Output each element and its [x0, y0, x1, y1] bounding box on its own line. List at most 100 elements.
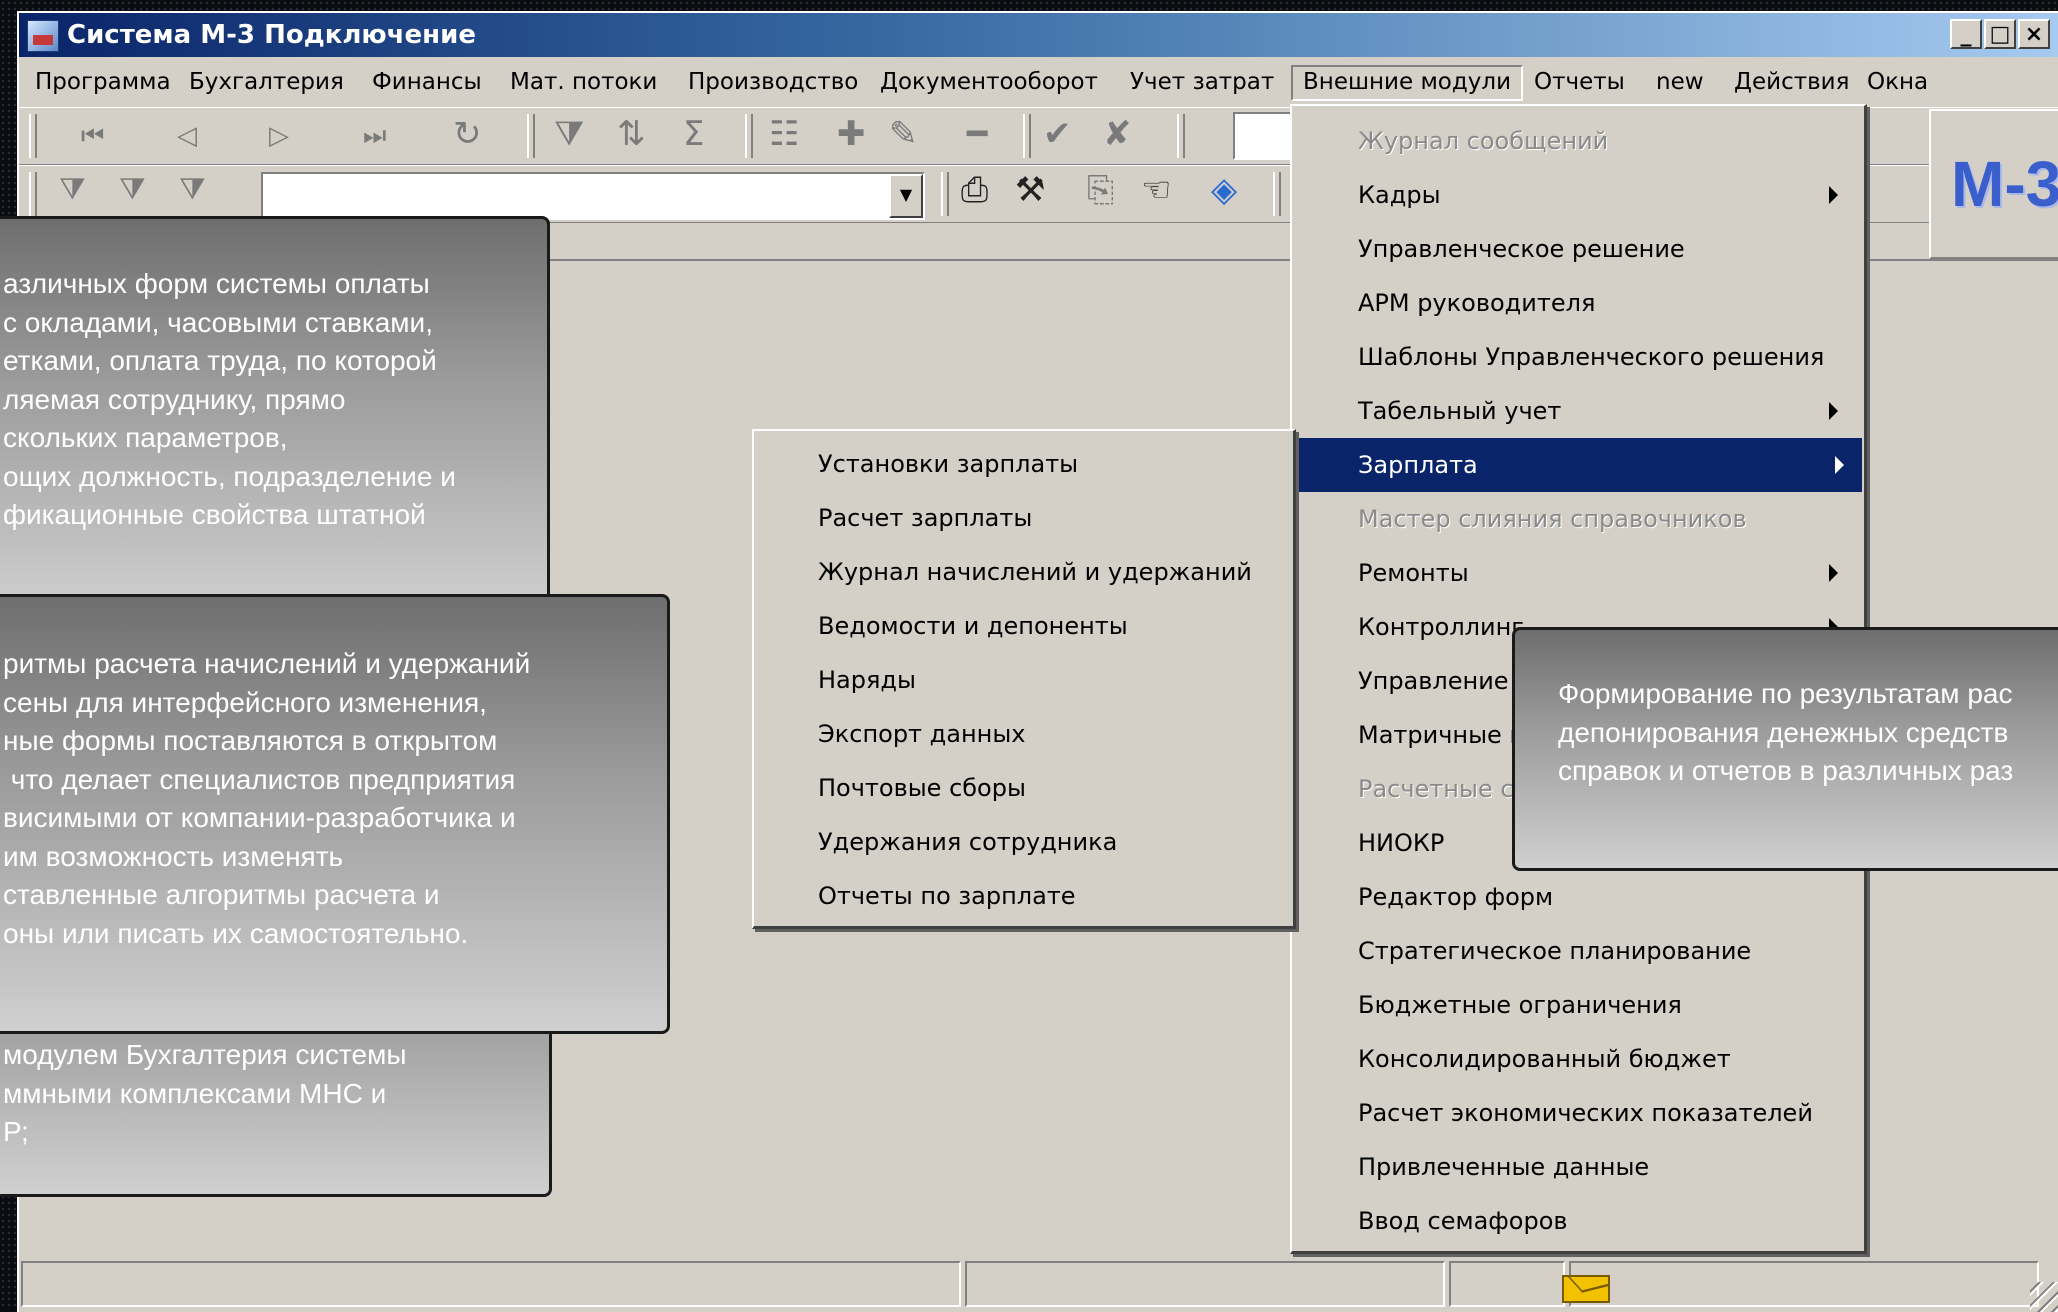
menu-item-economic-indicators[interactable]: Расчет экономических показателей — [1298, 1086, 1856, 1140]
edit-icon[interactable]: ✎ — [889, 114, 918, 154]
callout-line: справок и отчетов в различных раз — [1558, 755, 2014, 786]
toolbar-grip[interactable] — [29, 114, 37, 158]
minimize-button[interactable]: _ — [1950, 19, 1982, 49]
menu-item-merge-wizard[interactable]: Мастер слияния справочников — [1298, 492, 1856, 546]
navigate-icon[interactable]: ◈ — [1211, 170, 1237, 210]
menu-item-strategic-planning[interactable]: Стратегическое планирование — [1298, 924, 1856, 978]
toolbar-separator-2 — [745, 114, 753, 158]
callout-line: ммными комплексами МНС и — [3, 1077, 387, 1109]
print-icon[interactable]: ⎙ — [961, 170, 988, 210]
menu-item-consolidated-budget[interactable]: Консолидированный бюджет — [1298, 1032, 1856, 1086]
menu-item-personnel[interactable]: Кадры — [1298, 168, 1856, 222]
status-bar — [19, 1253, 2058, 1312]
hand-icon[interactable]: ☜ — [1141, 170, 1171, 210]
submenu-item-data-export[interactable]: Экспорт данных — [818, 707, 1026, 761]
filter-edit-icon[interactable]: ⧩ — [119, 170, 146, 210]
submenu-item-accruals-journal[interactable]: Журнал начислений и удержаний — [818, 545, 1252, 599]
menu-new[interactable]: new — [1646, 65, 1714, 99]
submenu-item-salary-settings[interactable]: Установки зарплаты — [818, 437, 1078, 491]
apply-icon[interactable]: ✔ — [1043, 114, 1072, 154]
first-record-icon[interactable]: ⏮ — [81, 116, 104, 156]
menu-item-salary[interactable]: Зарплата — [1298, 438, 1862, 492]
app-icon — [27, 20, 59, 52]
menu-reports[interactable]: Отчеты — [1524, 65, 1635, 99]
title-bar[interactable]: Система М-3 Подключение _ □ × — [19, 13, 2058, 57]
submenu-item-salary-calculation[interactable]: Расчет зарплаты — [818, 491, 1032, 545]
callout-line: ритмы расчета начислений и удержаний — [3, 648, 531, 679]
sum-icon[interactable]: Σ — [683, 114, 704, 154]
next-record-icon[interactable]: ▷ — [269, 116, 289, 156]
delete-icon[interactable]: ━ — [967, 114, 987, 154]
callout-line: ощих должность, подразделение и — [3, 460, 456, 492]
menu-windows[interactable]: Окна — [1857, 65, 1938, 99]
filter-clear-icon[interactable]: ⧩ — [179, 170, 206, 210]
toolbar-field[interactable] — [1233, 112, 1297, 160]
submenu-arrow-icon — [1829, 186, 1838, 204]
menu-finance[interactable]: Финансы — [362, 65, 492, 99]
callout-line: етками, оплата труда, по которой — [3, 345, 437, 376]
chevron-down-icon[interactable]: ▼ — [889, 174, 923, 218]
menu-item-imported-data[interactable]: Привлеченные данные — [1298, 1140, 1856, 1194]
menu-actions[interactable]: Действия — [1724, 65, 1859, 99]
close-button[interactable]: × — [2018, 19, 2050, 49]
callout-line: ставленные алгоритмы расчета и — [3, 879, 440, 910]
menu-external-modules[interactable]: Внешние модули — [1291, 65, 1524, 101]
submenu-item-postal-fees[interactable]: Почтовые сборы — [818, 761, 1026, 815]
submenu-arrow-icon — [1829, 402, 1838, 420]
menu-item-decision-templates[interactable]: Шаблоны Управленческого решения — [1298, 330, 1856, 384]
menu-item-form-editor[interactable]: Редактор форм — [1298, 870, 1856, 924]
toolbar-grip-2[interactable] — [29, 172, 37, 216]
tools-icon[interactable]: ⚒ — [1015, 170, 1045, 210]
submenu-item-salary-reports[interactable]: Отчеты по зарплате — [818, 869, 1076, 923]
menu-item-message-log[interactable]: Журнал сообщений — [1298, 114, 1856, 168]
resize-grip-icon[interactable] — [2030, 1282, 2058, 1312]
menu-item-manager-workstation[interactable]: АРМ руководителя — [1298, 276, 1856, 330]
cancel-icon[interactable]: ✘ — [1103, 114, 1132, 154]
menu-item-management-decision[interactable]: Управленческое решение — [1298, 222, 1856, 276]
callout-line: сены для интерфейсного изменения, — [3, 686, 487, 718]
menu-document-flow[interactable]: Документооборот — [870, 65, 1108, 99]
callout-deposit-reports: Формирование по результатам рас депониро… — [1512, 627, 2058, 871]
menu-material-flows[interactable]: Мат. потоки — [500, 65, 667, 99]
menu-production[interactable]: Производство — [678, 65, 868, 99]
menu-item-budget-limits[interactable]: Бюджетные ограничения — [1298, 978, 1856, 1032]
toolbar-separator-4 — [1177, 114, 1185, 158]
submenu-item-statements[interactable]: Ведомости и депоненты — [818, 599, 1128, 653]
refresh-icon[interactable]: ↻ — [453, 114, 482, 154]
filter-combo[interactable]: ▼ — [261, 172, 925, 220]
window-title: Система М-3 Подключение — [67, 20, 476, 50]
last-record-icon[interactable]: ⏭ — [363, 116, 386, 156]
menu-bar: Программа Бухгалтерия Финансы Мат. поток… — [19, 59, 2058, 103]
tree-icon[interactable]: ☷ — [769, 114, 799, 154]
callout-line: азличных форм системы оплаты — [3, 268, 430, 299]
logo: M-3 — [1951, 148, 2058, 220]
callout-line: висимыми от компании-разработчика и — [3, 802, 516, 833]
callout-line: Р; — [3, 1116, 29, 1147]
mail-envelope-icon[interactable] — [1562, 1275, 1610, 1303]
callout-line: что делает специалистов предприятия — [3, 763, 516, 795]
submenu-item-work-orders[interactable]: Наряды — [818, 653, 916, 707]
status-panel-4 — [1569, 1261, 2039, 1307]
callout-line: оны или писать их самостоятельно. — [3, 917, 469, 949]
menu-program[interactable]: Программа — [25, 65, 181, 99]
filter-select-icon[interactable]: ⧩ — [554, 114, 584, 154]
toolbar-separator-3 — [1023, 114, 1031, 158]
add-icon[interactable]: ✚ — [837, 114, 866, 154]
toolbar-separator-6 — [1273, 172, 1281, 216]
menu-cost-accounting[interactable]: Учет затрат — [1120, 65, 1284, 99]
status-panel-2 — [965, 1261, 1445, 1307]
menu-accounting[interactable]: Бухгалтерия — [179, 65, 354, 99]
menu-item-semaphores[interactable]: Ввод семафоров — [1298, 1194, 1856, 1248]
logo-panel: M-3 — [1929, 109, 2058, 259]
menu-item-repairs[interactable]: Ремонты — [1298, 546, 1856, 600]
export-icon[interactable]: ⎘ — [1087, 170, 1114, 210]
filter-icon[interactable]: ⧩ — [59, 170, 86, 210]
maximize-button[interactable]: □ — [1984, 19, 2016, 49]
menu-item-timesheet[interactable]: Табельный учет — [1298, 384, 1856, 438]
prev-record-icon[interactable]: ◁ — [177, 116, 197, 156]
toolbar-separator — [527, 114, 535, 158]
submenu-item-employee-deductions[interactable]: Удержания сотрудника — [818, 815, 1117, 869]
callout-algorithms: ритмы расчета начислений и удержаний сен… — [0, 594, 670, 1034]
submenu-arrow-icon — [1829, 564, 1838, 582]
sort-icon[interactable]: ⇅ — [617, 114, 646, 154]
